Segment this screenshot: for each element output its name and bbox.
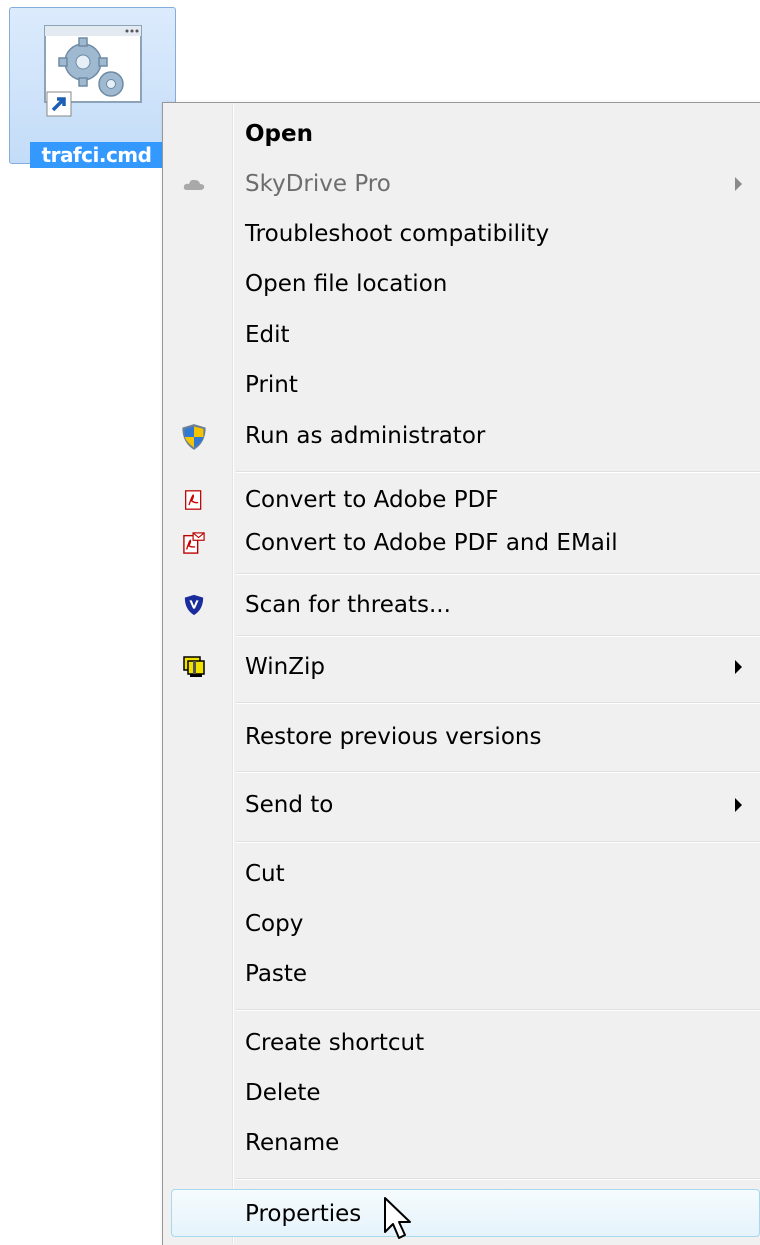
menu-separator [236,1178,760,1180]
mcafee-shield-icon [184,594,204,616]
menu-separator [236,702,760,704]
menu-item-troubleshoot-compatibility[interactable]: Troubleshoot compatibility [166,210,760,258]
menu-item-label: WinZip [245,654,325,680]
menu-item-winzip[interactable]: WinZip [166,643,760,691]
uac-shield-icon [182,424,206,450]
menu-item-label: Scan for threats... [245,592,451,618]
submenu-arrow-icon [735,798,742,812]
menu-separator [236,635,760,637]
menu-item-open-file-location[interactable]: Open file location [166,260,760,308]
desktop-shortcut-trafci[interactable]: trafci.cmd [9,7,176,168]
menu-item-label: Properties [245,1201,362,1227]
menu-item-label: Copy [245,911,304,937]
menu-item-label: Run as administrator [245,423,486,449]
menu-item-label: Send to [245,792,334,818]
menu-item-print[interactable]: Print [166,361,760,409]
menu-separator [236,841,760,843]
menu-item-convert-to-adobe-pdf-and-email[interactable]: Convert to Adobe PDF and EMail [166,519,760,567]
submenu-arrow-icon [735,177,742,191]
menu-item-label: Paste [245,961,308,987]
adobe-pdf-email-icon [183,532,205,554]
menu-item-create-shortcut[interactable]: Create shortcut [166,1019,760,1067]
adobe-pdf-icon [185,490,202,510]
menu-item-label: Edit [245,322,290,348]
menu-item-restore-previous-versions[interactable]: Restore previous versions [166,713,760,761]
menu-item-properties[interactable]: Properties [171,1189,760,1237]
menu-item-label: Convert to Adobe PDF [245,487,499,513]
menu-item-label: Troubleshoot compatibility [245,221,550,247]
menu-item-rename[interactable]: Rename [166,1119,760,1167]
menu-separator [236,1009,760,1011]
winzip-icon [183,656,205,677]
menu-item-convert-to-adobe-pdf[interactable]: Convert to Adobe PDF [166,476,760,524]
menu-item-label: Create shortcut [245,1030,425,1056]
menu-item-label: Open [245,121,313,147]
menu-item-label: Restore previous versions [245,724,542,750]
menu-item-label: Print [245,372,298,398]
context-menu: Open SkyDrive Pro Troubleshoot compatibi… [162,102,760,1245]
menu-item-send-to[interactable]: Send to [166,781,760,829]
menu-item-label: Convert to Adobe PDF and EMail [245,530,618,556]
menu-separator [236,771,760,773]
menu-item-label: Open file location [245,271,448,297]
menu-item-label: Cut [245,861,285,887]
submenu-arrow-icon [735,660,742,674]
menu-item-edit[interactable]: Edit [166,311,760,359]
mouse-pointer-icon [384,1197,411,1239]
menu-item-label: Delete [245,1080,321,1106]
gear-shortcut-icon [44,25,142,117]
menu-item-open[interactable]: Open [166,110,760,158]
menu-item-copy[interactable]: Copy [166,900,760,948]
menu-item-run-as-administrator[interactable]: Run as administrator [166,412,760,460]
cloud-icon [183,179,205,190]
menu-item-scan-for-threats[interactable]: Scan for threats... [166,581,760,629]
menu-item-cut[interactable]: Cut [166,850,760,898]
menu-item-label: Rename [245,1130,340,1156]
menu-item-label: SkyDrive Pro [245,171,391,197]
menu-item-skydrive-pro[interactable]: SkyDrive Pro [166,160,760,208]
menu-separator [236,573,760,575]
menu-separator [236,471,760,473]
menu-item-delete[interactable]: Delete [166,1069,760,1117]
shortcut-label: trafci.cmd [30,142,163,168]
menu-item-paste[interactable]: Paste [166,950,760,998]
